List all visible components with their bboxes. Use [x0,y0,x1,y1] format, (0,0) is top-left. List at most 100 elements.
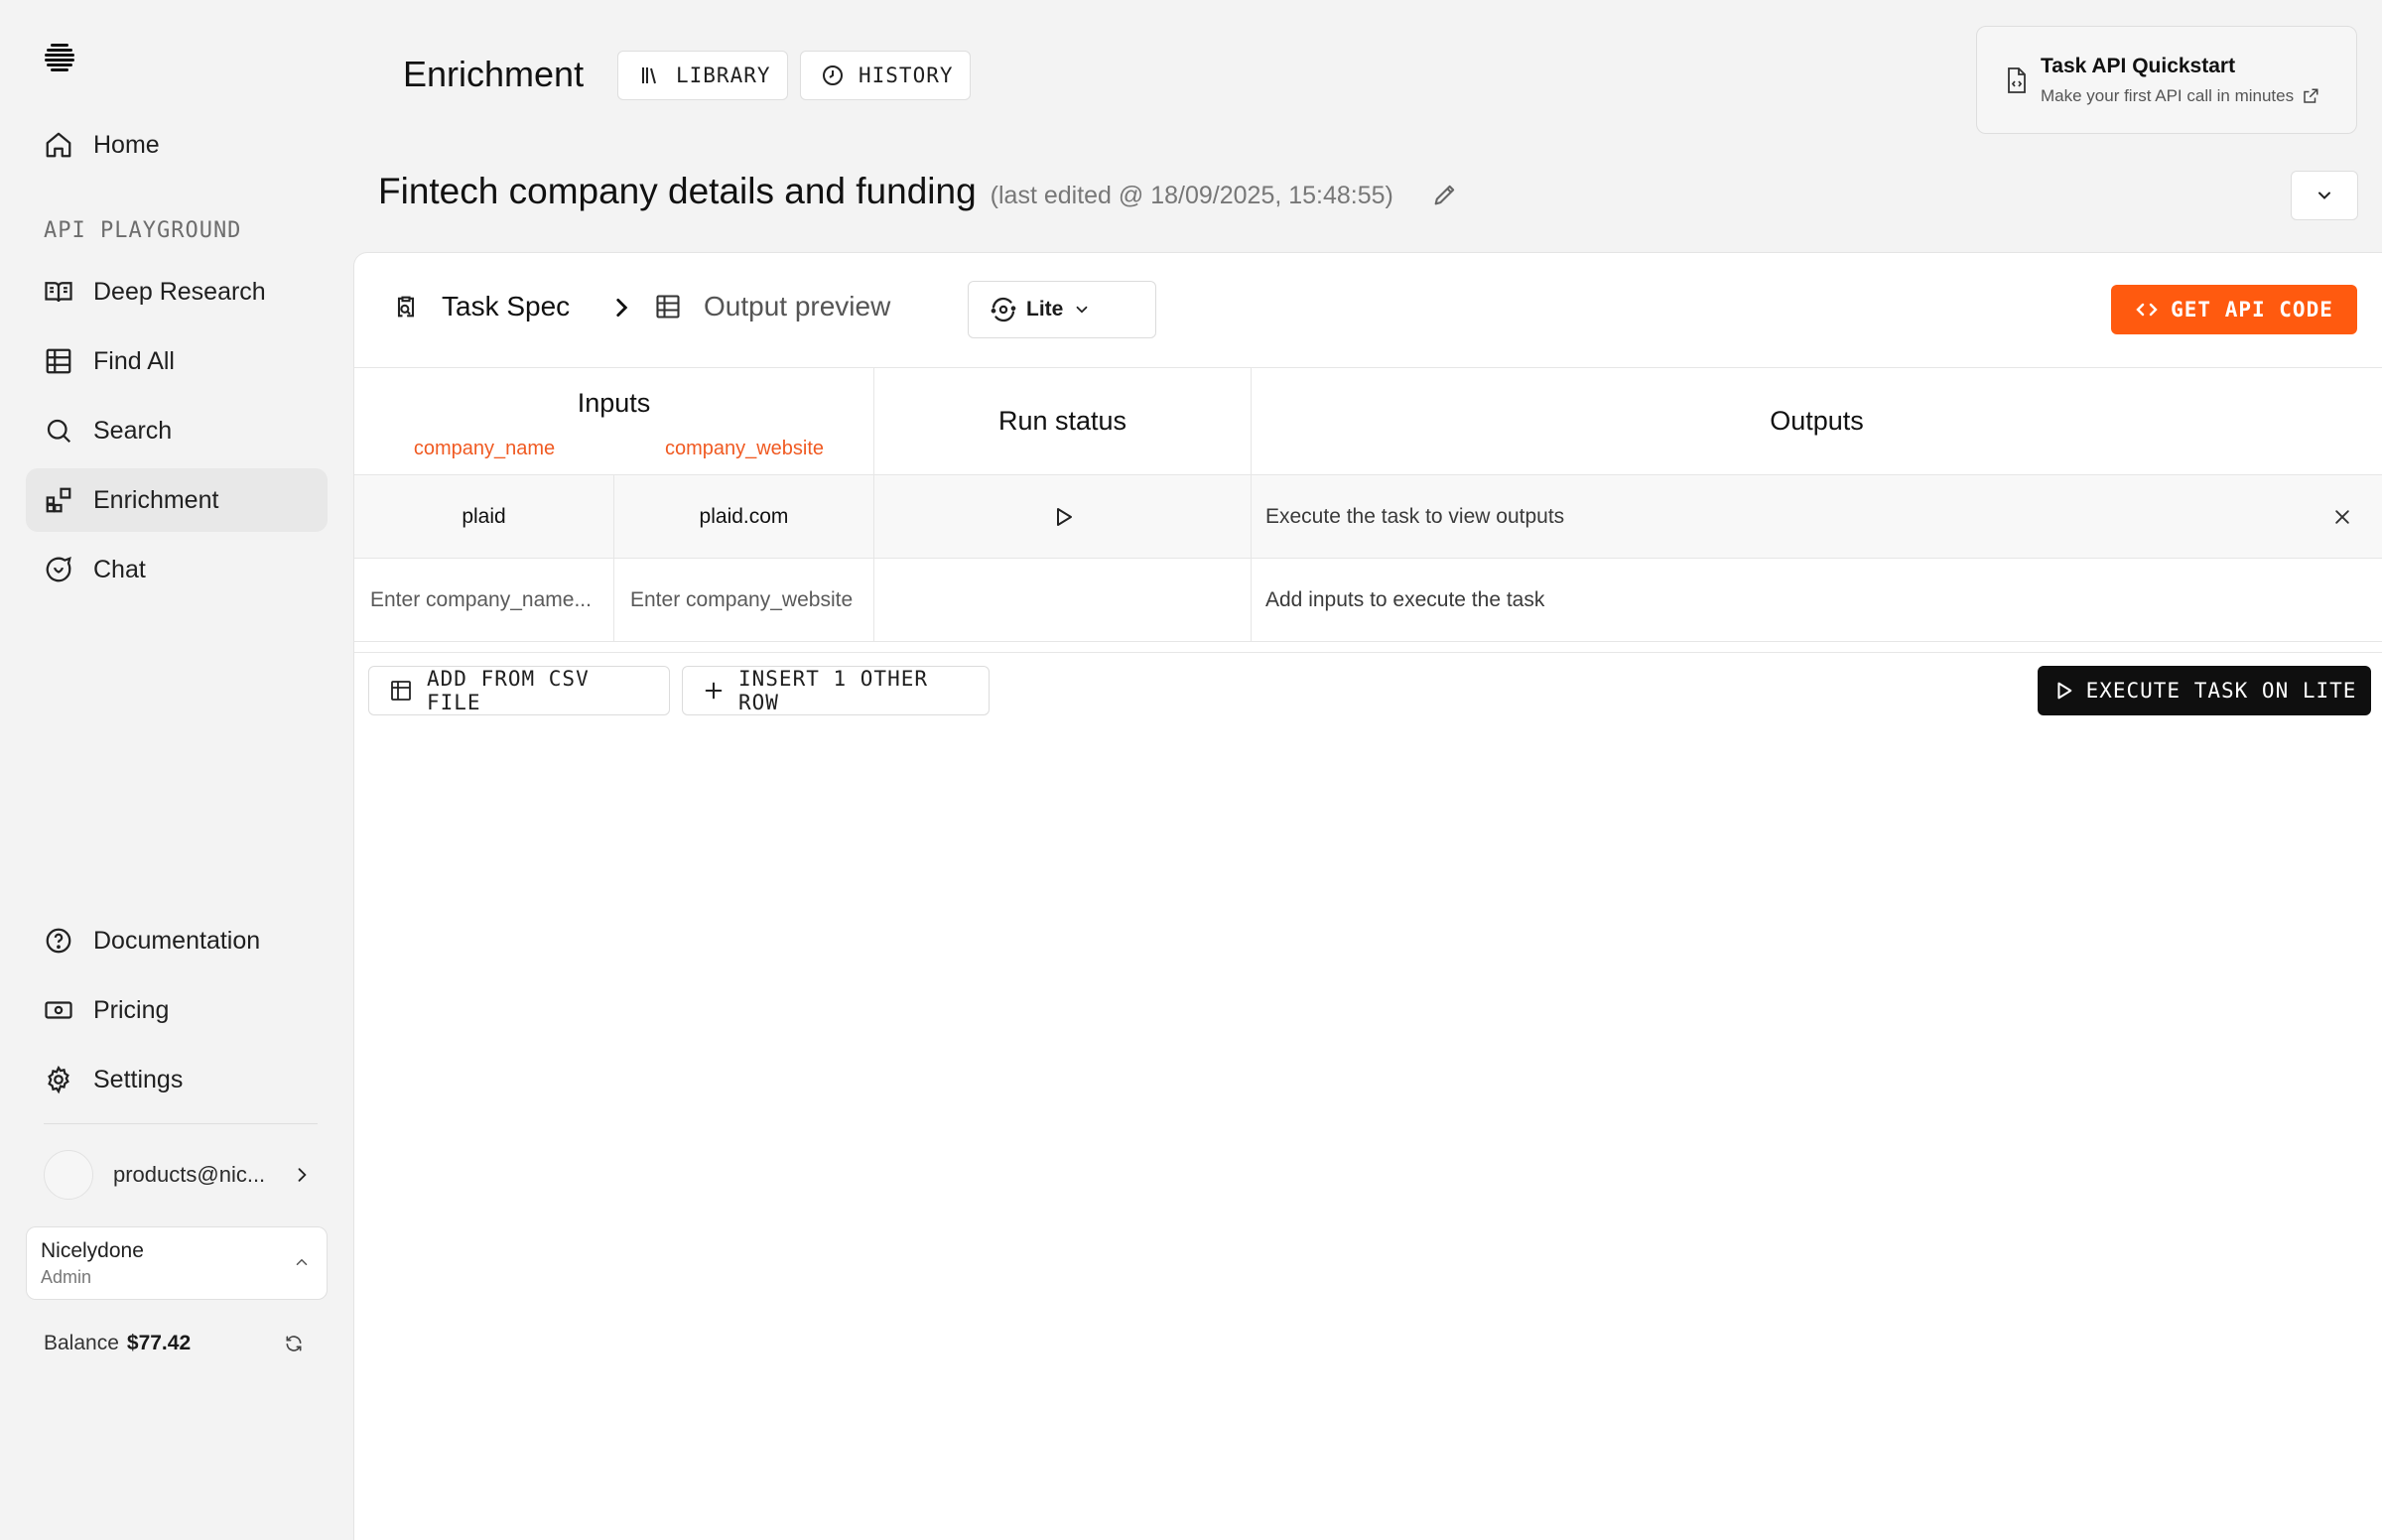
chevron-down-icon [1073,301,1091,319]
run-row-button[interactable] [874,475,1252,559]
org-role: Admin [41,1267,92,1287]
cell-company-name[interactable]: plaid [354,475,614,559]
user-menu[interactable]: products@nic... [44,1149,312,1201]
chevron-up-icon [293,1253,311,1271]
section-label: API PLAYGROUND [44,218,242,243]
insert-row-button[interactable]: INSERT 1 OTHER ROW [682,666,990,715]
book-icon [44,277,73,307]
external-link-icon [2294,87,2319,105]
sidebar-item-label: Chat [93,555,146,583]
sidebar-item-find-all[interactable]: Find All [26,329,328,393]
column-label-company-website: company_website [664,438,825,459]
cell-run-status-empty [874,559,1252,642]
logo-icon[interactable] [42,40,77,75]
table-icon [389,679,427,703]
clipboard-search-icon [392,293,442,321]
balance-amount: $77.42 [126,1332,192,1354]
sidebar-item-label: Search [93,416,173,445]
inputs-header: Inputs company_name company_website [354,368,874,475]
plus-icon [703,680,738,702]
tab-output-preview[interactable]: Output preview [654,291,890,322]
refresh-icon[interactable] [284,1334,304,1353]
add-from-csv-label: ADD FROM CSV FILE [427,667,590,714]
sidebar-item-search[interactable]: Search [26,399,328,462]
sidebar-item-home[interactable]: Home [26,113,328,177]
sidebar-item-label: Deep Research [93,277,266,306]
add-from-csv-button[interactable]: ADD FROM CSV FILE [368,666,670,715]
inputs-header-label: Inputs [577,388,651,418]
org-switcher[interactable]: Nicelydone Admin [26,1226,328,1300]
task-toolbar: Task Spec Output preview Lite GET API CO… [354,253,2382,368]
tab-task-spec[interactable]: Task Spec [392,291,570,322]
file-code-icon [2005,66,2029,94]
quickstart-subtitle-text: Make your first API call in minutes [2041,86,2295,105]
model-select[interactable]: Lite [968,281,1156,338]
insert-row-label: INSERT 1 OTHER ROW [738,667,929,714]
run-status-header: Run status [874,368,1252,475]
clock-icon [821,64,859,87]
sidebar-item-label: Documentation [93,926,261,955]
search-icon [44,416,73,446]
quickstart-title: Task API Quickstart [2041,55,2236,77]
chevron-down-icon [2315,186,2334,205]
sidebar-item-chat[interactable]: Chat [26,538,328,601]
cell-output: Execute the task to view outputs [1252,475,2382,559]
sidebar-item-label: Enrichment [93,485,219,514]
code-icon [2135,298,2171,321]
table-icon [654,293,704,321]
main-panel: Task Spec Output preview Lite GET API CO… [353,252,2382,1540]
execute-task-button[interactable]: EXECUTE TASK ON LITE [2038,666,2371,715]
gear-icon [44,1065,73,1094]
banknote-icon [44,995,73,1025]
sidebar-item-label: Find All [93,346,175,375]
sidebar-item-enrichment[interactable]: Enrichment [26,468,328,532]
table-divider [354,652,2382,653]
play-icon [2052,680,2086,702]
close-icon[interactable] [2332,507,2352,527]
library-button[interactable]: LIBRARY [617,51,788,100]
sidebar-item-label: Home [93,130,160,159]
help-icon [44,926,73,956]
user-email: products@nic... [113,1162,266,1187]
collapse-button[interactable] [2291,171,2358,220]
sidebar-item-settings[interactable]: Settings [26,1048,328,1111]
output-hint-text: Add inputs to execute the task [1265,587,1545,611]
outputs-header: Outputs [1252,368,2382,475]
history-button[interactable]: HISTORY [800,51,971,100]
last-edited: (last edited @ 18/09/2025, 15:48:55) [990,182,1393,209]
company-website-input[interactable]: Enter company_website [614,559,874,642]
quickstart-card[interactable]: Task API Quickstart Make your first API … [1976,26,2357,134]
task-table: Inputs company_name company_website Run … [354,368,2382,656]
model-label: Lite [1026,298,1064,321]
library-label: LIBRARY [676,64,771,87]
avatar [44,1150,93,1200]
sidebar-item-label: Pricing [93,995,170,1024]
get-api-code-label: GET API CODE [2171,298,2333,321]
library-icon [638,64,676,87]
page-title: Enrichment [403,54,585,94]
sidebar-item-pricing[interactable]: Pricing [26,978,328,1042]
sidebar-divider [44,1123,318,1124]
quickstart-subtitle: Make your first API call in minutes [2041,86,2356,106]
home-icon [44,130,73,160]
sidebar-item-deep-research[interactable]: Deep Research [26,260,328,323]
task-title-row: Fintech company details and funding (las… [378,171,1393,212]
task-title: Fintech company details and funding [378,171,977,211]
cell-company-website[interactable]: plaid.com [614,475,874,559]
history-label: HISTORY [859,64,954,87]
task-spec-label: Task Spec [442,291,571,321]
execute-task-label: EXECUTE TASK ON LITE [2085,679,2357,703]
balance: Balance $77.42 [44,1332,304,1355]
company-name-input[interactable]: Enter company_name... [354,559,614,642]
balance-label: Balance [44,1332,119,1354]
get-api-code-button[interactable]: GET API CODE [2111,285,2357,334]
play-icon [1051,505,1075,529]
cell-output-empty: Add inputs to execute the task [1252,559,2382,642]
chevron-right-icon [292,1165,312,1185]
org-name: Nicelydone [41,1239,144,1262]
sidebar-item-documentation[interactable]: Documentation [26,909,328,972]
table-icon [44,346,73,376]
pencil-icon[interactable] [1431,181,1459,208]
blocks-icon [44,485,73,515]
output-status-text: Execute the task to view outputs [1265,504,1565,528]
